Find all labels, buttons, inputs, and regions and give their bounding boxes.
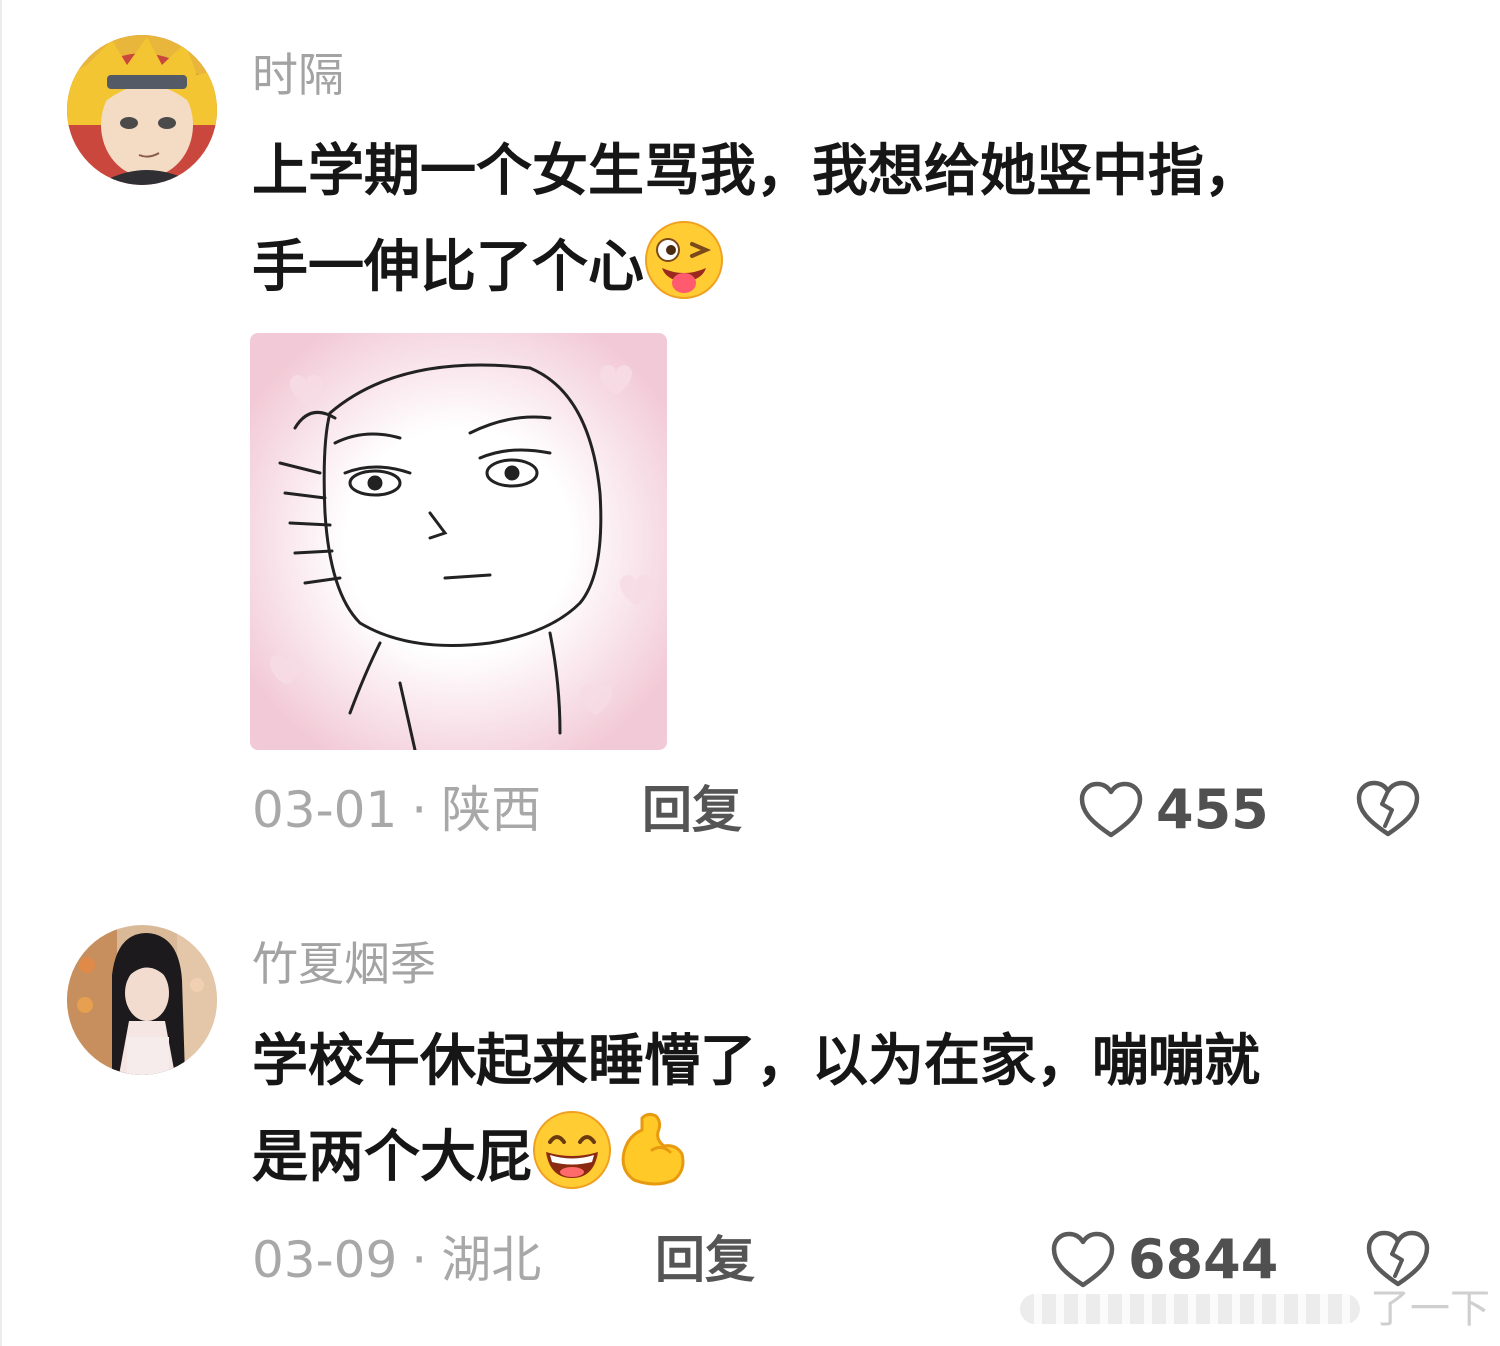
comment-text-line-body: 手一伸比了个心 [252, 235, 644, 300]
comment-text-line: 手一伸比了个心 [252, 220, 1432, 316]
avatar[interactable] [67, 925, 217, 1075]
reply-button[interactable]: 回复 [655, 1230, 755, 1290]
meta-separator: · [411, 781, 428, 839]
comment-item-2: 竹夏烟季 学校午休起来睡懵了，以为在家，嘣嘣就 是两个大屁 03-09 · 湖北 回… [0, 880, 1500, 1346]
like-count: 6844 [1128, 1228, 1279, 1291]
comment-date: 03-09 [252, 1231, 398, 1289]
comment-meta: 03-09 · 湖北 [252, 1230, 541, 1290]
watermark: 了一下 [1020, 1284, 1490, 1334]
reply-button[interactable]: 回复 [642, 780, 742, 840]
heart-outline-icon [1050, 1229, 1116, 1291]
watermark-text: 了一下 [1370, 1286, 1490, 1332]
comment-text-line-body: 是两个大屁 [252, 1125, 532, 1190]
watermark-bar [1020, 1294, 1360, 1324]
comment-meta: 03-01 · 陕西 [252, 780, 541, 840]
dislike-button[interactable] [1355, 778, 1421, 840]
avatar[interactable] [67, 35, 217, 185]
comment-text-line: 是两个大屁 [252, 1110, 1432, 1206]
broken-heart-icon [1355, 778, 1421, 840]
comment-text-line: 上学期一个女生骂我，我想给她竖中指， [252, 139, 1260, 204]
username[interactable]: 时隔 [252, 45, 344, 105]
comment-location: 陕西 [441, 781, 542, 839]
grinning-emoji-icon [532, 1110, 612, 1190]
username[interactable]: 竹夏烟季 [252, 934, 436, 994]
comment-location: 湖北 [441, 1231, 542, 1289]
broken-heart-icon [1365, 1228, 1431, 1290]
meta-separator: · [411, 1231, 428, 1289]
like-button[interactable]: 6844 [1050, 1228, 1278, 1292]
comment-text: 学校午休起来睡懵了，以为在家，嘣嘣就 是两个大屁 [252, 1014, 1432, 1206]
like-count: 455 [1156, 778, 1269, 841]
attached-sketch-image[interactable] [250, 333, 667, 750]
like-button[interactable]: 455 [1078, 778, 1269, 842]
dislike-button[interactable] [1365, 1228, 1431, 1290]
comment-date: 03-01 [252, 781, 398, 839]
comment-item-1: 时隔 上学期一个女生骂我，我想给她竖中指， 手一伸比了个心 03-01 · 陕西… [0, 0, 1500, 880]
heart-outline-icon [1078, 779, 1144, 841]
comment-text: 上学期一个女生骂我，我想给她竖中指， 手一伸比了个心 [252, 124, 1432, 316]
comment-text-line: 学校午休起来睡懵了，以为在家，嘣嘣就 [252, 1029, 1260, 1094]
winking-tongue-emoji-icon [644, 220, 724, 300]
flexed-biceps-emoji-icon [612, 1110, 692, 1190]
